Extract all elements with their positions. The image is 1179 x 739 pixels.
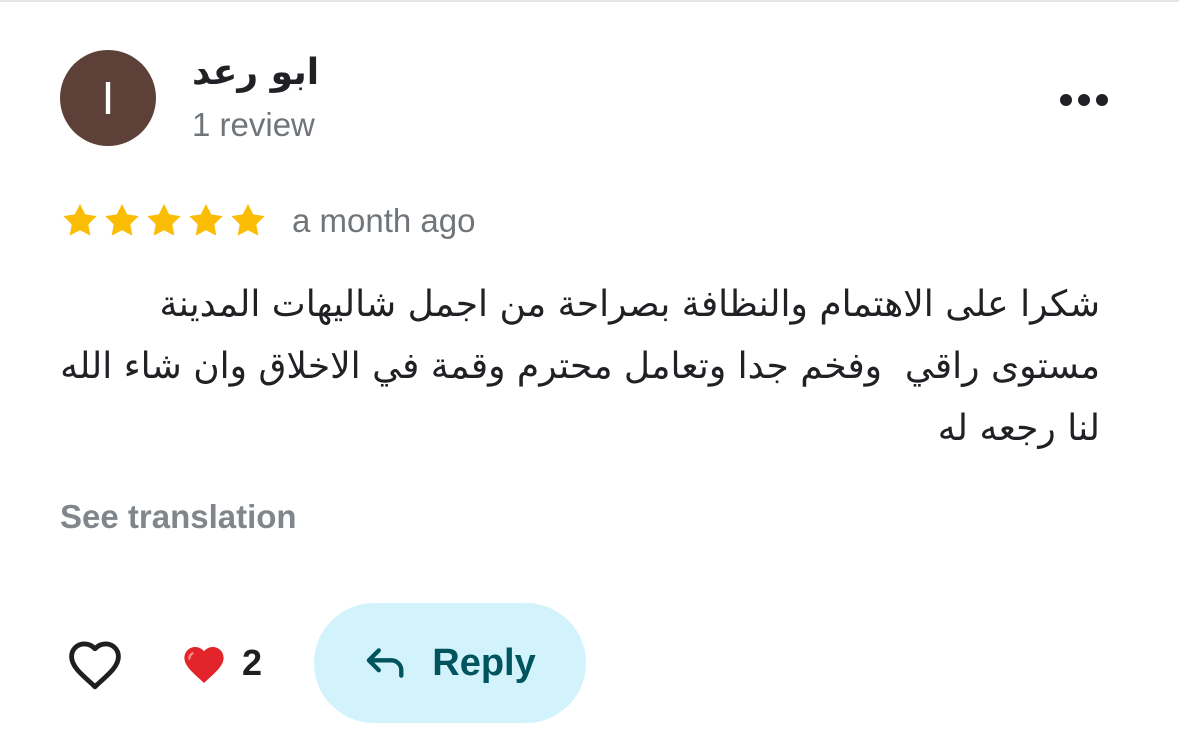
see-translation-link[interactable]: See translation bbox=[60, 498, 297, 536]
reaction-count: 2 bbox=[242, 642, 263, 683]
star-rating bbox=[60, 201, 268, 241]
star-icon bbox=[231, 204, 265, 236]
red-heart-emoji bbox=[184, 647, 224, 683]
star-icon bbox=[105, 204, 139, 236]
star-icon bbox=[189, 204, 223, 236]
review-date: a month ago bbox=[292, 202, 476, 239]
like-button[interactable] bbox=[62, 630, 128, 696]
rating-row: a month ago bbox=[60, 196, 475, 246]
review-count: 1 review bbox=[192, 106, 315, 143]
reaction-summary[interactable]: 2 bbox=[180, 638, 262, 688]
reviewer-name[interactable]: ابو رعد bbox=[192, 52, 319, 93]
top-divider bbox=[0, 0, 1179, 2]
avatar[interactable]: I bbox=[60, 50, 156, 146]
star-icon bbox=[63, 204, 97, 236]
reply-arrow-icon bbox=[366, 648, 404, 678]
more-horizontal-icon bbox=[1060, 94, 1108, 106]
review-text: شكرا على الاهتمام والنظافة بصراحة من اجم… bbox=[48, 284, 1100, 449]
more-options-button[interactable] bbox=[1052, 80, 1116, 120]
reply-button[interactable]: Reply bbox=[314, 603, 586, 723]
reply-label: Reply bbox=[432, 641, 536, 684]
avatar-initial: I bbox=[101, 72, 115, 124]
heart-outline-icon bbox=[69, 641, 121, 690]
star-icon bbox=[147, 204, 181, 236]
